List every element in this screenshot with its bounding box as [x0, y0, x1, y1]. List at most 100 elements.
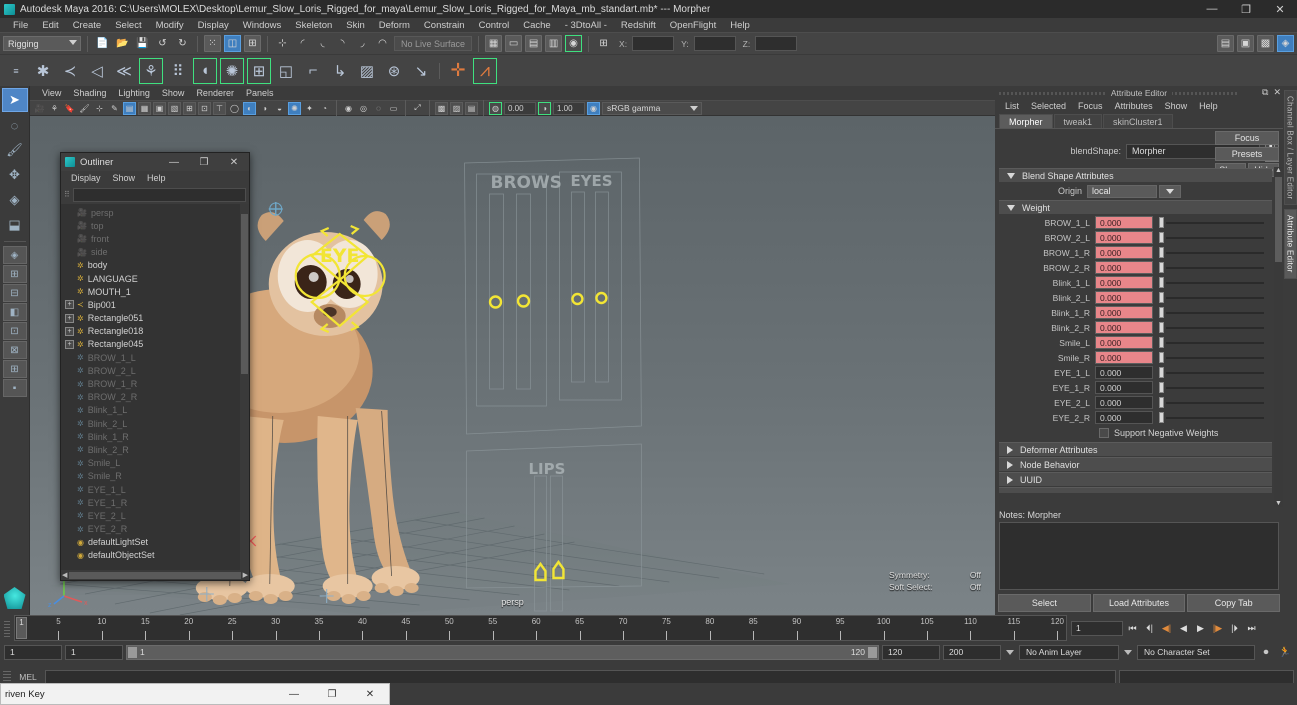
no-filter-icon[interactable]: ▭ — [387, 102, 400, 115]
show-attribute-editor-icon[interactable]: ▣ — [1237, 35, 1254, 52]
outliner-item[interactable]: 🎥 front — [63, 232, 249, 245]
skin-weights-tool-icon[interactable]: ⊞ — [247, 57, 271, 84]
command-line-grip[interactable] — [3, 670, 11, 684]
layout-hypershade-icon[interactable]: ⊠ — [2, 341, 27, 359]
ae-menu-focus[interactable]: Focus — [1072, 101, 1109, 111]
slider-handle[interactable] — [1159, 277, 1164, 288]
driven-key-close-button[interactable]: ✕ — [351, 684, 389, 705]
section-weight[interactable]: Weight — [999, 200, 1272, 214]
weight-value-field[interactable]: 0.000 — [1095, 261, 1153, 274]
layout-persp-outliner-icon[interactable]: ◧ — [2, 303, 27, 321]
show-modeling-toolkit-icon[interactable]: ◈ — [1277, 35, 1294, 52]
driven-key-maximize-button[interactable]: ❐ — [313, 684, 351, 705]
slider-handle[interactable] — [1159, 412, 1164, 423]
weight-slider[interactable] — [1156, 246, 1264, 259]
viewport-menu-shading[interactable]: Shading — [67, 88, 112, 98]
play-forwards-icon[interactable]: ▶ — [1193, 620, 1208, 636]
outliner-item[interactable]: ✲ EYE_2_R — [63, 523, 249, 536]
outliner-item[interactable]: ✲ body — [63, 259, 249, 272]
slider-handle[interactable] — [1159, 217, 1164, 228]
render-current-frame-icon[interactable]: ▭ — [505, 35, 523, 52]
layout-persp-graph-icon[interactable]: ⊡ — [2, 322, 27, 340]
render-settings-icon[interactable]: ▥ — [545, 35, 563, 52]
color-profile-selector[interactable]: sRGB gamma — [602, 101, 702, 115]
menu-deform[interactable]: Deform — [372, 20, 417, 31]
weight-value-field[interactable]: 0.000 — [1095, 291, 1153, 304]
weight-value-field[interactable]: 0.000 — [1095, 336, 1153, 349]
image-plane-icon[interactable]: 🖌 — [78, 102, 91, 115]
menu-modify[interactable]: Modify — [149, 20, 191, 31]
tab-tweak1[interactable]: tweak1 — [1053, 114, 1103, 128]
menu-cache[interactable]: Cache — [516, 20, 557, 31]
coord-z-field[interactable] — [755, 36, 798, 51]
weight-value-field[interactable]: 0.000 — [1095, 276, 1153, 289]
hypershade-icon[interactable]: ◉ — [565, 35, 583, 52]
menu-3dtoall[interactable]: - 3DtoAll - — [558, 20, 614, 31]
render-sequence-icon[interactable]: ▨ — [450, 101, 463, 115]
open-scene-icon[interactable]: 📂 — [114, 35, 131, 52]
outliner-item[interactable]: 🎥 persp — [63, 206, 249, 219]
lasso-tool-icon[interactable]: ◌ — [2, 113, 28, 137]
gamma-toggle-icon[interactable]: ◑ — [538, 101, 551, 115]
vtab-channel-box-layer-editor[interactable]: Channel Box / Layer Editor — [1283, 90, 1297, 206]
select-by-hierarchy-icon[interactable]: ⁙ — [204, 35, 221, 52]
command-output[interactable] — [1119, 670, 1294, 684]
select-by-object-icon[interactable]: ◫ — [224, 35, 241, 52]
viewport-menu-lighting[interactable]: Lighting — [112, 88, 156, 98]
weight-slider[interactable] — [1156, 321, 1264, 334]
save-scene-icon[interactable]: 💾 — [134, 35, 151, 52]
menu-edit[interactable]: Edit — [35, 20, 65, 31]
outliner-item[interactable]: ✲ Blink_1_R — [63, 430, 249, 443]
weight-slider[interactable] — [1156, 411, 1264, 424]
rotate-tool-icon[interactable]: ◈ — [2, 188, 28, 212]
ae-menu-show[interactable]: Show — [1159, 101, 1194, 111]
select-by-component-icon[interactable]: ⊞ — [244, 35, 261, 52]
range-start-field[interactable]: 1 — [4, 644, 62, 660]
tab-morpher[interactable]: Morpher — [999, 114, 1053, 128]
undo-icon[interactable]: ↺ — [154, 35, 171, 52]
lattice-icon[interactable]: ⌐ — [301, 58, 325, 84]
outliner-maximize-button[interactable]: ❐ — [189, 153, 219, 171]
weight-value-field[interactable]: 0.000 — [1095, 306, 1153, 319]
toggle-selection-highlight-icon[interactable]: ⤢ — [411, 102, 424, 115]
outliner-menu-show[interactable]: Show — [107, 173, 142, 183]
range-handle-right[interactable] — [868, 646, 877, 658]
expand-icon[interactable]: + — [65, 300, 74, 310]
outliner-item[interactable]: + ✲ Rectangle051 — [63, 312, 249, 325]
weight-slider[interactable] — [1156, 351, 1264, 364]
go-to-start-icon[interactable]: ⏮ — [1125, 620, 1140, 636]
step-forward-frame-icon[interactable]: |⏵ — [1227, 620, 1242, 636]
origin-dropdown-button[interactable] — [1159, 184, 1181, 198]
scroll-left-icon[interactable]: ◀ — [62, 571, 67, 579]
outliner-item[interactable]: ✲ Smile_R — [63, 470, 249, 483]
coord-y-field[interactable] — [693, 36, 736, 51]
outliner-item[interactable]: ✲ EYE_2_L — [63, 509, 249, 522]
paint-skin-weights-icon[interactable]: ◖ — [193, 57, 217, 84]
snap-to-curve-icon[interactable]: ◜ — [294, 35, 311, 52]
layout-two-stacked-icon[interactable]: ⊟ — [2, 284, 27, 302]
outliner-item[interactable]: ✲ Smile_L — [63, 457, 249, 470]
viewport-menu-view[interactable]: View — [36, 88, 67, 98]
menu-help[interactable]: Help — [723, 20, 757, 31]
interactive-bind-icon[interactable]: ✺ — [220, 57, 244, 84]
select-button[interactable]: Select — [998, 594, 1091, 612]
weight-slider[interactable] — [1156, 336, 1264, 349]
menu-select[interactable]: Select — [108, 20, 148, 31]
vtab-attribute-editor[interactable]: Attribute Editor — [1283, 209, 1297, 280]
weight-slider[interactable] — [1156, 291, 1264, 304]
snap-to-view-plane-icon[interactable]: ◞ — [354, 35, 371, 52]
attribute-editor-scrollbar[interactable]: ▲ ▼ — [1274, 167, 1283, 507]
ik-spline-icon[interactable]: ◁ — [85, 58, 109, 84]
new-scene-icon[interactable]: 📄 — [94, 35, 111, 52]
ae-menu-help[interactable]: Help — [1193, 101, 1224, 111]
slider-handle[interactable] — [1159, 367, 1164, 378]
wireframe-on-shaded-icon[interactable]: ▧ — [168, 101, 181, 115]
maximize-button[interactable]: ❐ — [1229, 0, 1263, 18]
step-forward-key-icon[interactable]: |▶ — [1210, 620, 1225, 636]
outliner-minimize-button[interactable]: — — [159, 153, 189, 171]
wrap-icon[interactable]: ↳ — [328, 58, 352, 84]
select-tool-icon[interactable]: ➤ — [1, 88, 28, 112]
weight-value-field[interactable]: 0.000 — [1095, 246, 1153, 259]
slider-handle[interactable] — [1159, 292, 1164, 303]
weight-slider[interactable] — [1156, 366, 1264, 379]
